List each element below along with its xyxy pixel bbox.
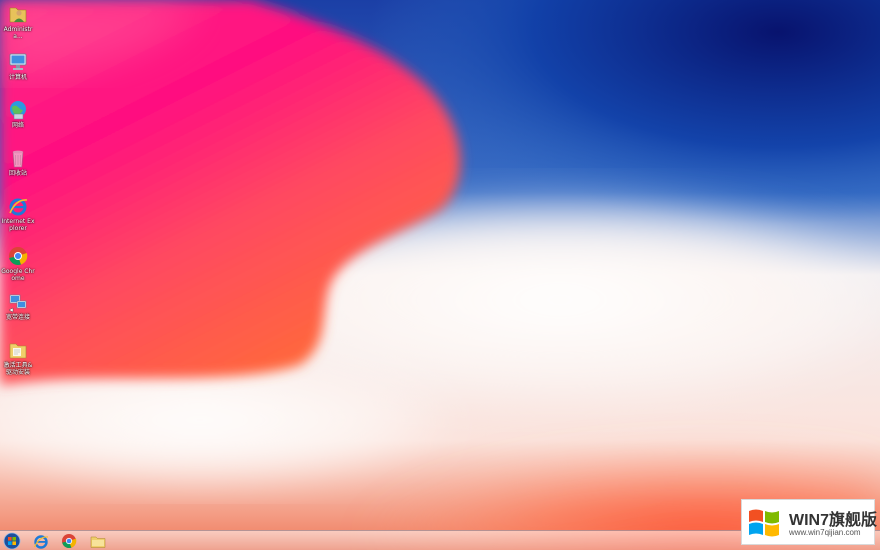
user-folder-icon xyxy=(9,7,27,23)
desktop-icon-label: Internet Explorer xyxy=(1,218,35,232)
windows-flag-logo xyxy=(749,509,779,537)
desktop-icon-label: 回收站 xyxy=(8,170,27,177)
folder-icon xyxy=(9,343,27,359)
desktop-icon-broadband-connection[interactable]: 宽带连接 xyxy=(1,291,35,321)
chrome-icon xyxy=(9,247,28,266)
recycle-bin-icon xyxy=(12,150,24,168)
desktop-icon-label: 网络 xyxy=(11,122,24,129)
internet-explorer-icon xyxy=(9,198,28,216)
desktop-icon-computer[interactable]: 计算机 xyxy=(1,51,35,81)
desktop-icon-label: 计算机 xyxy=(8,74,27,81)
desktop-icon-network[interactable]: 网络 xyxy=(1,99,35,129)
desktop-icon-activation-tools-folder[interactable]: 激活工具&驱动安装 xyxy=(1,339,35,376)
desktop-icon-administrator[interactable]: Administra... xyxy=(1,3,35,40)
desktop-icon-internet-explorer[interactable]: Internet Explorer xyxy=(1,195,35,232)
desktop-icon-label: 激活工具&驱动安装 xyxy=(3,362,33,376)
taskbar-internet-explorer-icon[interactable] xyxy=(32,532,50,550)
computer-icon xyxy=(9,53,27,70)
watermark-badge: WIN7旗舰版 www.win7qijian.com xyxy=(741,499,878,545)
taskbar-file-explorer-icon[interactable] xyxy=(89,532,107,550)
desktop-icon-label: Google Chrome xyxy=(1,268,35,282)
desktop-icon-recycle-bin[interactable]: 回收站 xyxy=(1,147,35,177)
taskbar-chrome-icon[interactable] xyxy=(60,532,78,550)
desktop-icon-google-chrome[interactable]: Google Chrome xyxy=(1,245,35,282)
desktop-icon-label: 宽带连接 xyxy=(5,314,30,321)
watermark-title: WIN7旗舰版 xyxy=(789,512,878,529)
network-icon xyxy=(10,101,26,120)
desktop-icon-label: Administra... xyxy=(3,26,33,40)
watermark-url: www.win7qijian.com xyxy=(789,528,861,537)
broadband-connection-icon xyxy=(8,294,27,313)
desktop[interactable]: Administra... 计算机 网络 回收站 Internet Explor… xyxy=(0,0,880,550)
start-orb-icon[interactable] xyxy=(3,532,21,550)
wallpaper xyxy=(0,0,880,550)
